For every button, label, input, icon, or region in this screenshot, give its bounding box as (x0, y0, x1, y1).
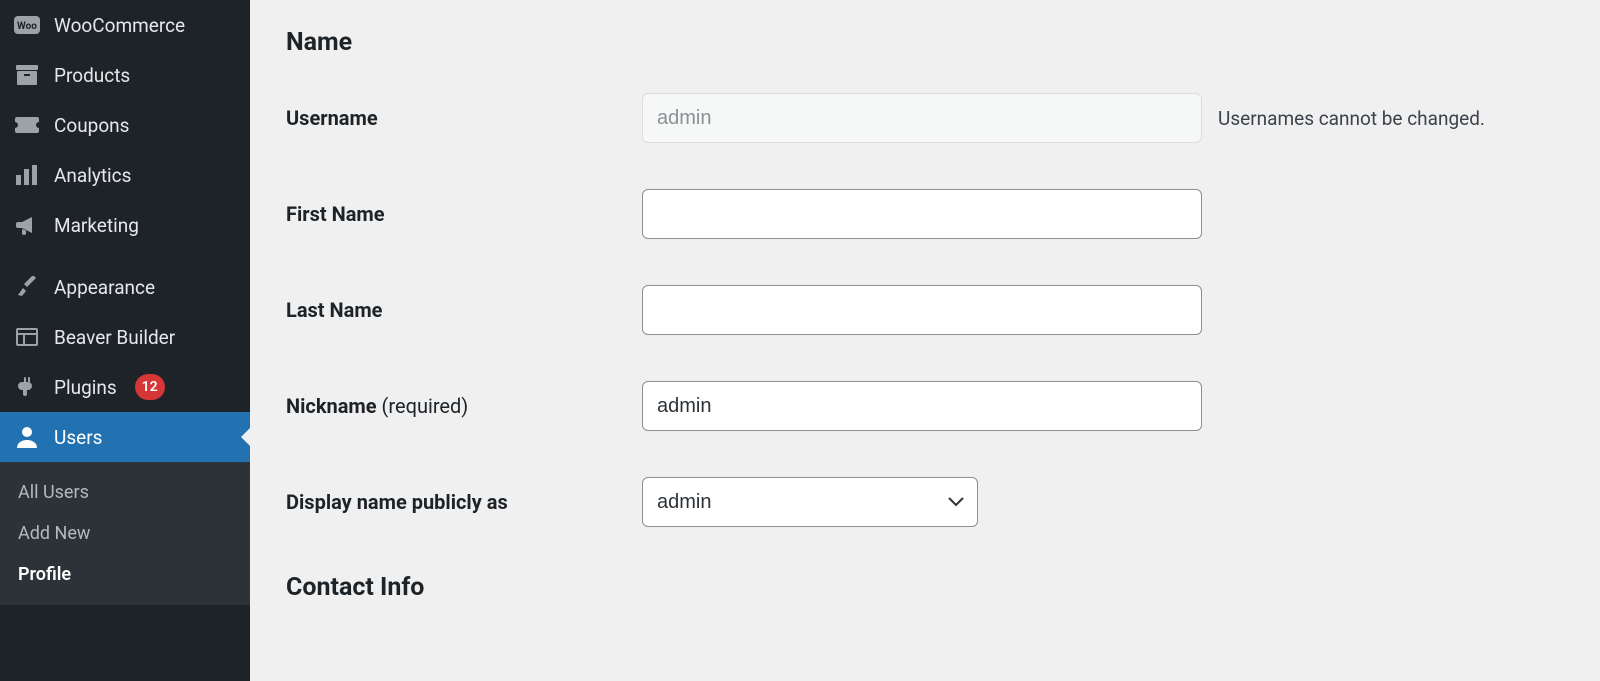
sidebar-item-label: Products (54, 64, 130, 87)
megaphone-icon (14, 212, 40, 238)
username-input (642, 93, 1202, 143)
users-submenu: All Users Add New Profile (0, 462, 250, 605)
label-nickname: Nickname (required) (286, 394, 642, 418)
sidebar-item-label: Beaver Builder (54, 326, 175, 349)
sidebar-item-plugins[interactable]: Plugins 12 (0, 362, 250, 412)
nickname-input[interactable] (642, 381, 1202, 431)
label-display-name: Display name publicly as (286, 490, 642, 514)
label-last-name: Last Name (286, 298, 642, 322)
archive-icon (14, 62, 40, 88)
layout-grid-icon (14, 324, 40, 350)
sidebar-item-woocommerce[interactable]: Woo WooCommerce (0, 0, 250, 50)
admin-sidebar: Woo WooCommerce Products Coupons Analyti… (0, 0, 250, 681)
sidebar-item-label: Plugins (54, 376, 117, 399)
last-name-input[interactable] (642, 285, 1202, 335)
row-display-name: Display name publicly as admin (286, 477, 1564, 527)
label-username: Username (286, 106, 642, 130)
submenu-profile[interactable]: Profile (0, 554, 250, 595)
row-nickname: Nickname (required) (286, 381, 1564, 431)
woocommerce-icon: Woo (14, 12, 40, 38)
row-first-name: First Name (286, 189, 1564, 239)
sidebar-item-marketing[interactable]: Marketing (0, 200, 250, 250)
row-last-name: Last Name (286, 285, 1564, 335)
sidebar-item-products[interactable]: Products (0, 50, 250, 100)
row-username: Username Usernames cannot be changed. (286, 93, 1564, 143)
sidebar-item-label: Users (54, 426, 102, 449)
sidebar-item-coupons[interactable]: Coupons (0, 100, 250, 150)
bar-chart-icon (14, 162, 40, 188)
sidebar-item-label: Marketing (54, 214, 139, 237)
sidebar-item-label: Coupons (54, 114, 129, 137)
submenu-all-users[interactable]: All Users (0, 472, 250, 513)
sidebar-item-analytics[interactable]: Analytics (0, 150, 250, 200)
sidebar-item-label: Appearance (54, 276, 155, 299)
sidebar-item-appearance[interactable]: Appearance (0, 262, 250, 312)
sidebar-item-label: Analytics (54, 164, 131, 187)
plug-icon (14, 374, 40, 400)
user-icon (14, 424, 40, 450)
label-first-name: First Name (286, 202, 642, 226)
username-help-text: Usernames cannot be changed. (1218, 107, 1485, 130)
sidebar-item-users[interactable]: Users (0, 412, 250, 462)
sidebar-item-label: WooCommerce (54, 14, 185, 37)
ticket-icon (14, 112, 40, 138)
section-heading-name: Name (286, 28, 1564, 57)
section-heading-contact: Contact Info (286, 573, 1564, 602)
first-name-input[interactable] (642, 189, 1202, 239)
paintbrush-icon (14, 274, 40, 300)
submenu-add-new[interactable]: Add New (0, 513, 250, 554)
sidebar-item-beaver-builder[interactable]: Beaver Builder (0, 312, 250, 362)
profile-form: Name Username Usernames cannot be change… (250, 0, 1600, 681)
plugins-update-badge: 12 (135, 374, 165, 400)
display-name-select[interactable]: admin (642, 477, 978, 527)
svg-text:Woo: Woo (17, 21, 37, 32)
